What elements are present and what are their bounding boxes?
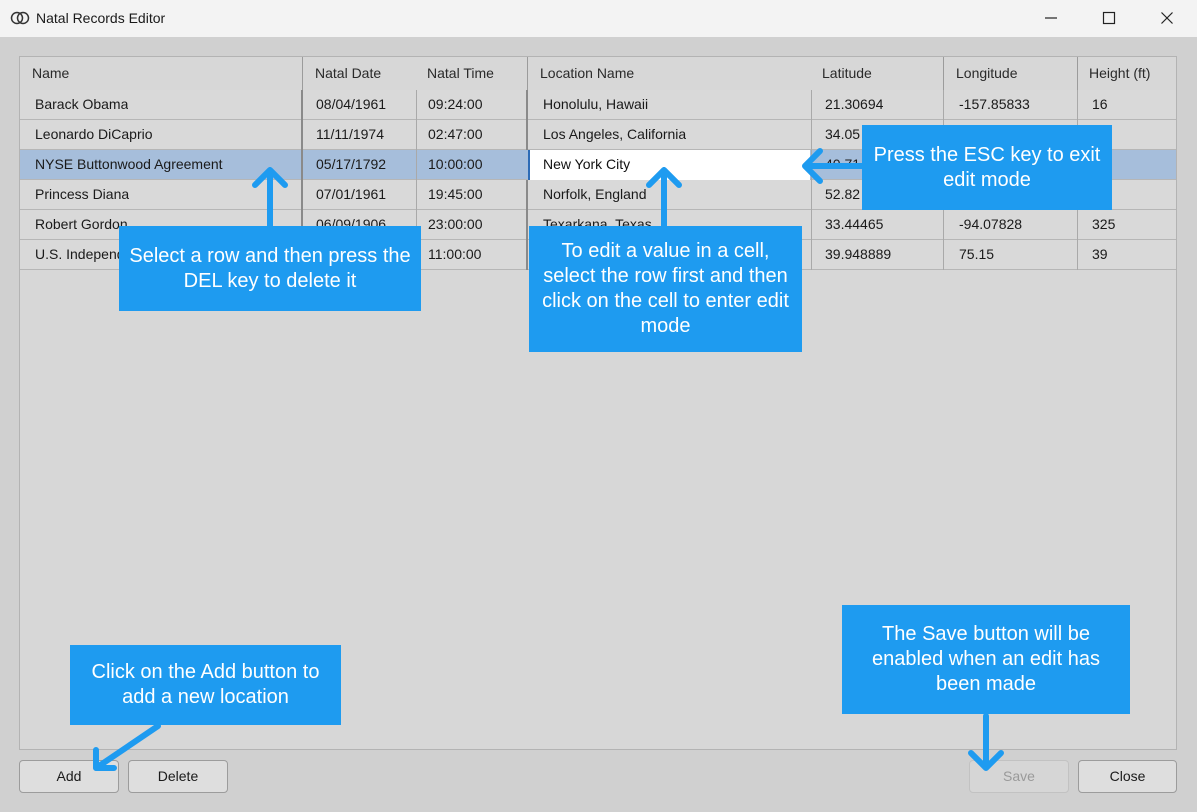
column-header-height[interactable]: Height (ft) (1089, 57, 1150, 90)
window-title: Natal Records Editor (36, 10, 166, 26)
cell-name[interactable]: Barack Obama (35, 90, 128, 120)
title-bar: Natal Records Editor (0, 0, 1197, 38)
maximize-icon (1102, 11, 1116, 25)
save-button[interactable]: Save (969, 760, 1069, 793)
cell-natal-time[interactable]: 09:24:00 (428, 90, 483, 120)
cell-height[interactable]: 39 (1092, 240, 1108, 270)
cell-latitude[interactable]: 34.05 (825, 120, 860, 150)
cell-natal-time[interactable]: 23:00:00 (428, 210, 483, 240)
close-window-button[interactable] (1138, 0, 1196, 37)
cell-latitude[interactable]: 52.82 (825, 180, 860, 210)
cell-location-name[interactable]: Los Angeles, California (543, 120, 686, 150)
cell-natal-date[interactable]: 11/11/1974 (316, 120, 384, 150)
close-button[interactable]: Close (1078, 760, 1177, 793)
column-header-name[interactable]: Name (32, 57, 69, 90)
cell-natal-date[interactable]: 08/04/1961 (316, 90, 386, 120)
cell-height[interactable]: 16 (1092, 90, 1108, 120)
callout-edit-hint: To edit a value in a cell, select the ro… (529, 226, 802, 352)
callout-add-hint: Click on the Add button to add a new loc… (70, 645, 341, 725)
delete-button[interactable]: Delete (128, 760, 228, 793)
cell-name[interactable]: Leonardo DiCaprio (35, 120, 153, 150)
cell-longitude[interactable]: 75.15 (959, 240, 994, 270)
column-header-location-name[interactable]: Location Name (540, 57, 634, 90)
cell-natal-time[interactable]: 11:00:00 (428, 240, 481, 270)
column-header-latitude[interactable]: Latitude (822, 57, 872, 90)
cell-location-name[interactable]: Honolulu, Hawaii (543, 90, 648, 120)
cell-latitude[interactable]: 40.71 (825, 150, 860, 180)
close-icon (1161, 12, 1173, 24)
location-edit-input[interactable]: New York City (528, 150, 810, 180)
minimize-icon (1045, 17, 1057, 19)
callout-esc-hint: Press the ESC key to exit edit mode (862, 125, 1112, 210)
app-icon (10, 11, 30, 25)
cell-location-name[interactable]: Norfolk, England (543, 180, 647, 210)
minimize-button[interactable] (1022, 0, 1080, 37)
cell-natal-date[interactable]: 07/01/1961 (316, 180, 386, 210)
grid-header: Name Natal Date Natal Time Location Name… (20, 57, 1176, 91)
cell-longitude[interactable]: -157.85833 (959, 90, 1030, 120)
cell-longitude[interactable]: -94.07828 (959, 210, 1022, 240)
cell-natal-date[interactable]: 05/17/1792 (316, 150, 386, 180)
cell-name[interactable]: Robert Gordon (35, 210, 128, 240)
cell-latitude[interactable]: 39.948889 (825, 240, 891, 270)
column-header-natal-date[interactable]: Natal Date (315, 57, 381, 90)
cell-natal-time[interactable]: 02:47:00 (428, 120, 483, 150)
callout-save-hint: The Save button will be enabled when an … (842, 605, 1130, 714)
cell-latitude[interactable]: 33.44465 (825, 210, 883, 240)
table-row[interactable]: Barack Obama 08/04/1961 09:24:00 Honolul… (20, 90, 1176, 120)
callout-delete-hint: Select a row and then press the DEL key … (119, 226, 421, 311)
cell-natal-time[interactable]: 19:45:00 (428, 180, 483, 210)
cell-natal-time[interactable]: 10:00:00 (428, 150, 483, 180)
maximize-button[interactable] (1080, 0, 1138, 37)
cell-height[interactable]: 325 (1092, 210, 1115, 240)
cell-name[interactable]: NYSE Buttonwood Agreement (35, 150, 223, 180)
column-header-natal-time[interactable]: Natal Time (427, 57, 494, 90)
add-button[interactable]: Add (19, 760, 119, 793)
cell-latitude[interactable]: 21.30694 (825, 90, 883, 120)
cell-name[interactable]: Princess Diana (35, 180, 129, 210)
column-header-longitude[interactable]: Longitude (956, 57, 1018, 90)
